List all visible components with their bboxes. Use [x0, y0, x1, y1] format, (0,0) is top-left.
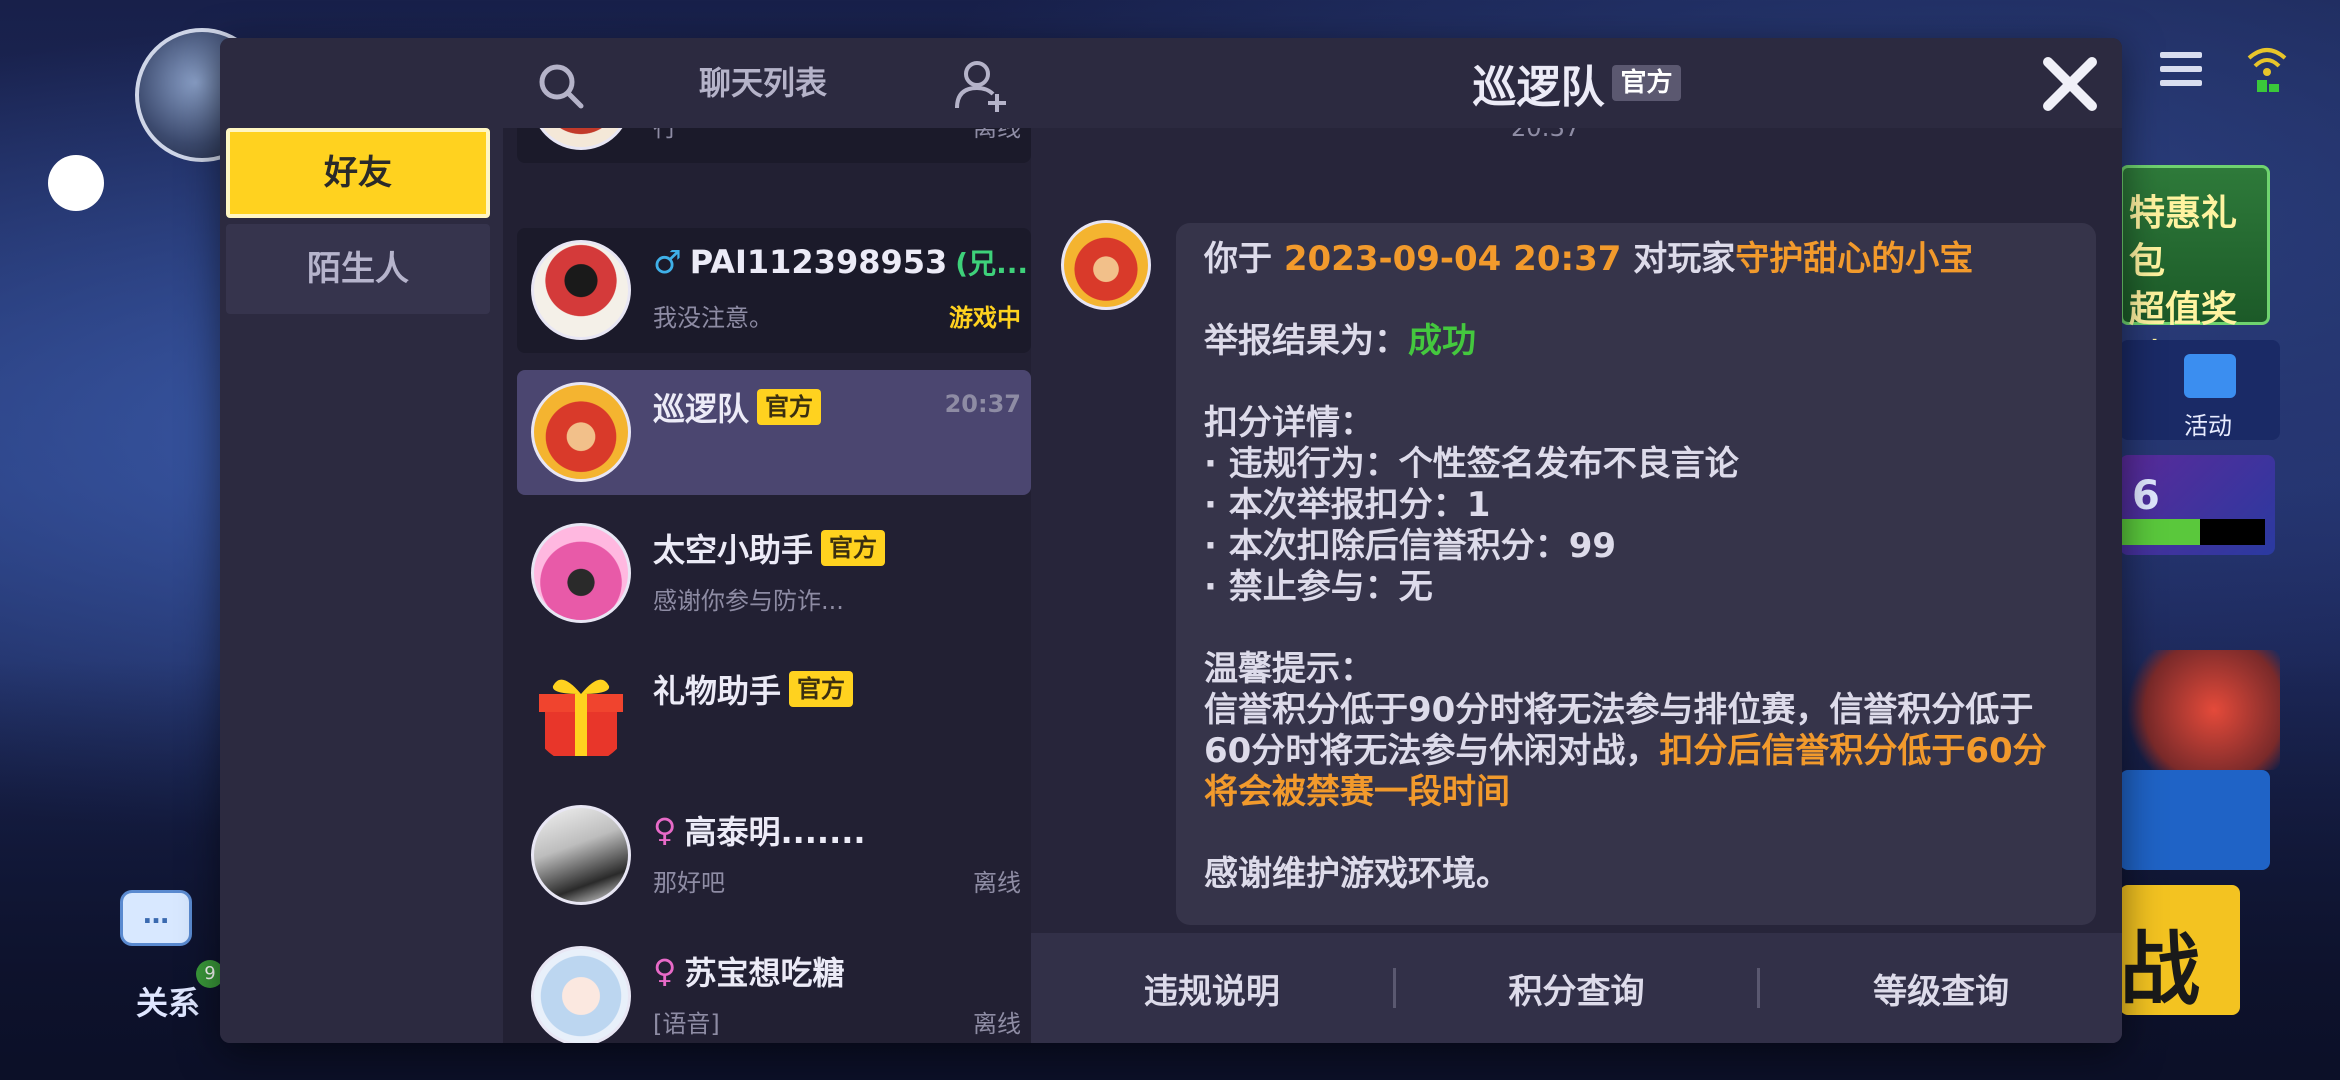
- chat-list-panel: 聊天列表 行 离线 ♂ PAI112398953 (兄... 我没注意。 游戏中…: [503, 38, 1031, 1043]
- message-line: · 本次举报扣分：1: [1204, 485, 1491, 525]
- list-item[interactable]: 行 离线: [517, 128, 1031, 163]
- message-line: · 违规行为：个性签名发布不良言论: [1204, 444, 1739, 484]
- close-icon[interactable]: [2038, 52, 2102, 116]
- tab-strangers[interactable]: 陌生人: [226, 224, 490, 314]
- female-icon: ♀: [653, 811, 677, 849]
- conversation-panel: 巡逻队 官方 20:37 你于 2023-09-04 20:37 对玩家守护甜心…: [1031, 38, 2122, 1043]
- avatar: [531, 128, 631, 150]
- gift-avatar-icon: [531, 664, 631, 764]
- official-badge: 官方: [1612, 65, 1681, 101]
- list-item[interactable]: ♀ 高泰明....... 那好吧 离线: [517, 793, 1031, 918]
- list-item-name: 礼物助手 官方: [653, 666, 854, 712]
- official-badge: 官方: [757, 389, 822, 425]
- list-item[interactable]: ♂ PAI112398953 (兄... 我没注意。 游戏中: [517, 228, 1031, 353]
- message-line: 举报结果为：成功: [1204, 321, 1476, 361]
- character-card-blue[interactable]: [2120, 770, 2270, 870]
- sender-avatar[interactable]: [1061, 220, 1151, 310]
- avatar: [531, 523, 631, 623]
- chat-list-title: 聊天列表: [698, 64, 827, 102]
- male-icon: ♂: [653, 243, 682, 281]
- activity-icon: [2184, 354, 2236, 398]
- list-item-status: 离线: [973, 869, 1021, 897]
- list-item[interactable]: 礼物助手 官方: [517, 652, 1031, 777]
- chat-list-header: 聊天列表: [503, 38, 1031, 128]
- relation-label[interactable]: 关系: [136, 978, 200, 1024]
- gift-pack-banner[interactable]: 特惠礼包 超值奖励: [2120, 165, 2270, 378]
- avatar: [531, 946, 631, 1043]
- list-item-time: 20:37: [944, 390, 1021, 418]
- conversation-title: 巡逻队 官方: [1031, 38, 2122, 128]
- list-item-status: 离线: [973, 128, 1021, 142]
- message-bubble: 你于 2023-09-04 20:37 对玩家守护甜心的小宝 举报结果为：成功 …: [1176, 223, 2096, 925]
- list-item-name: ♀ 高泰明.......: [653, 811, 866, 851]
- violation-info-button[interactable]: 违规说明: [1031, 964, 1393, 1013]
- message-line: 感谢维护游戏环境。: [1204, 854, 1510, 894]
- message-line: 温馨提示：: [1204, 649, 1374, 689]
- activity-button[interactable]: 活动: [2120, 340, 2280, 440]
- list-item-message: 行: [653, 128, 677, 142]
- list-item-name: 巡逻队 官方: [653, 384, 822, 430]
- list-item-message: 那好吧: [653, 869, 725, 897]
- floating-dot[interactable]: [48, 155, 104, 211]
- avatar: [531, 382, 631, 482]
- conversation-footer: 违规说明 积分查询 等级查询: [1031, 933, 2122, 1043]
- add-friend-icon[interactable]: [953, 58, 1009, 114]
- chat-modal: 好友 陌生人 聊天列表 行 离线 ♂ PAI112398953 (兄... 我没…: [220, 38, 2122, 1043]
- level-card[interactable]: 6: [2120, 455, 2275, 555]
- list-item-name: ♂ PAI112398953 (兄...: [653, 243, 1028, 281]
- list-item-selected[interactable]: 巡逻队 官方 20:37: [517, 370, 1031, 495]
- character-card-red[interactable]: [2115, 650, 2280, 770]
- list-item-status: 离线: [973, 1010, 1021, 1038]
- message-line: 你于 2023-09-04 20:37 对玩家守护甜心的小宝: [1204, 239, 1974, 279]
- list-item-message: [语音]: [653, 1010, 720, 1038]
- official-badge: 官方: [789, 671, 854, 707]
- search-icon[interactable]: [535, 60, 587, 112]
- message-line: · 本次扣除后信誉积分：99: [1204, 526, 1617, 566]
- avatar: [531, 805, 631, 905]
- activity-label: 活动: [2184, 412, 2232, 440]
- message-line: · 禁止参与：无: [1204, 567, 1433, 607]
- list-item[interactable]: ♀ 苏宝想吃糖 [语音] 离线: [517, 934, 1031, 1043]
- list-item-name: 太空小助手 官方: [653, 525, 886, 571]
- message-line: 扣分详情：: [1204, 403, 1374, 443]
- message-paragraph: 信誉积分低于90分时将无法参与排位赛，信誉积分低于60分时将无法参与休闲对战，扣…: [1204, 690, 2047, 812]
- score-query-button[interactable]: 积分查询: [1396, 964, 1758, 1013]
- wifi-icon: [2247, 48, 2287, 92]
- female-icon: ♀: [653, 952, 677, 990]
- avatar: [531, 240, 631, 340]
- level-query-button[interactable]: 等级查询: [1760, 964, 2122, 1013]
- level-progress-bar: [2120, 519, 2265, 545]
- list-item-message: 感谢你参与防诈...: [653, 587, 844, 615]
- chat-list: 行 离线 ♂ PAI112398953 (兄... 我没注意。 游戏中 巡逻队: [503, 128, 1031, 1043]
- battle-button[interactable]: 战: [2120, 885, 2240, 1016]
- conversation-header: 巡逻队 官方: [1031, 38, 2122, 128]
- tab-friends[interactable]: 好友: [226, 128, 490, 218]
- message-timestamp: 20:37: [1511, 128, 1581, 142]
- menu-icon[interactable]: [2160, 52, 2202, 86]
- list-item-name: ♀ 苏宝想吃糖: [653, 952, 845, 992]
- list-item-message: 我没注意。: [653, 304, 773, 332]
- category-sidebar: 好友 陌生人: [220, 38, 503, 1043]
- official-badge: 官方: [821, 530, 886, 566]
- chat-bubble-icon[interactable]: …: [120, 890, 192, 946]
- list-item[interactable]: 太空小助手 官方 感谢你参与防诈...: [517, 511, 1031, 636]
- list-item-status: 游戏中: [949, 304, 1021, 332]
- level-number: 6: [2132, 473, 2160, 519]
- message-area: 20:37 你于 2023-09-04 20:37 对玩家守护甜心的小宝 举报结…: [1031, 128, 2122, 973]
